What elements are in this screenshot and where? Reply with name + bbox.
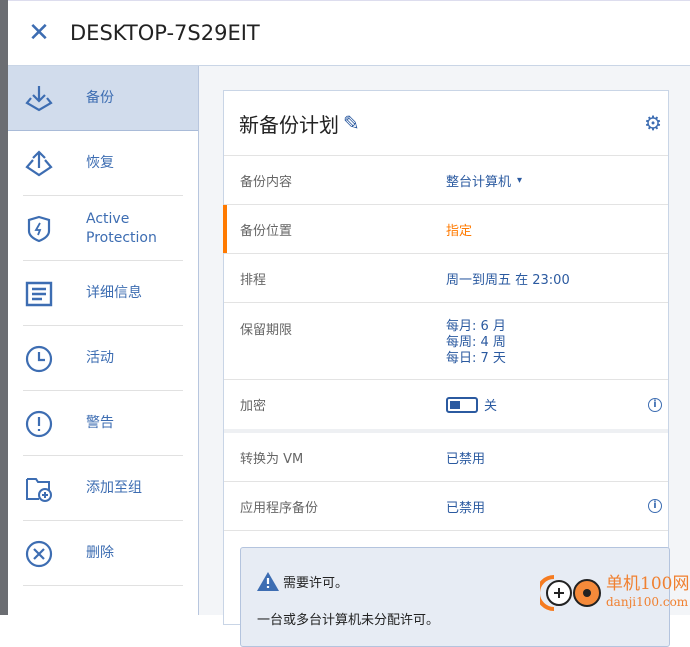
row-backup-source[interactable]: 备份内容 整台计算机 ▾ [224, 156, 668, 205]
main-panel: 新备份计划 ✎ ⚙ 备份内容 整台计算机 ▾ 备份位置 指定 排程 周一到周五 在 23… [199, 66, 690, 647]
sidebar-item-alerts[interactable]: 警告 [8, 391, 198, 456]
sidebar: 备份 恢复 Active Protection 详细信息 活动 警告 添加至组 … [8, 66, 199, 615]
backup-icon [24, 83, 54, 113]
row-encryption[interactable]: 加密关 i [224, 380, 668, 433]
sidebar-item-active-protection[interactable]: Active Protection [8, 196, 198, 261]
window-edge [0, 0, 8, 615]
details-icon [24, 279, 54, 309]
row-retention[interactable]: 保留期限 每月: 6 月每周: 4 周每日: 7 天 [224, 303, 668, 380]
close-icon[interactable]: ✕ [8, 18, 70, 48]
plan-title: 新备份计划 ✎ ⚙ [224, 91, 668, 156]
sidebar-item-delete[interactable]: 删除 [8, 521, 198, 586]
backup-plan-card: 新备份计划 ✎ ⚙ 备份内容 整台计算机 ▾ 备份位置 指定 排程 周一到周五 在 23… [223, 90, 670, 647]
watermark-logo: 单机100网 danji100.com [540, 573, 689, 613]
sidebar-item-backup[interactable]: 备份 [8, 66, 198, 131]
info-icon[interactable]: i [648, 499, 662, 513]
gear-icon[interactable]: ⚙ [644, 111, 662, 135]
row-app-backup[interactable]: 应用程序备份 已禁用 i [224, 482, 668, 531]
info-icon[interactable]: i [648, 397, 662, 412]
chevron-down-icon: ▾ [517, 174, 523, 186]
row-schedule[interactable]: 排程 周一到周五 在 23:00 [224, 254, 668, 303]
row-backup-location[interactable]: 备份位置 指定 [223, 205, 668, 254]
encryption-toggle[interactable] [446, 396, 478, 413]
shield-icon [24, 214, 54, 244]
sidebar-item-add-to-group[interactable]: 添加至组 [8, 456, 198, 521]
clock-icon [24, 344, 54, 374]
row-convert-vm[interactable]: 转换为 VM 已禁用 [224, 433, 668, 482]
warning-icon [257, 572, 279, 591]
sidebar-item-details[interactable]: 详细信息 [8, 261, 198, 326]
alert-icon [24, 409, 54, 439]
sidebar-item-activities[interactable]: 活动 [8, 326, 198, 391]
edit-pencil-icon[interactable]: ✎ [343, 111, 360, 135]
header: ✕ DESKTOP-7S29EIT [8, 0, 690, 66]
recover-icon [24, 149, 54, 179]
page-title: DESKTOP-7S29EIT [70, 21, 260, 45]
delete-icon [24, 539, 54, 569]
add-folder-icon [24, 474, 54, 504]
sidebar-item-recover[interactable]: 恢复 [8, 131, 198, 196]
